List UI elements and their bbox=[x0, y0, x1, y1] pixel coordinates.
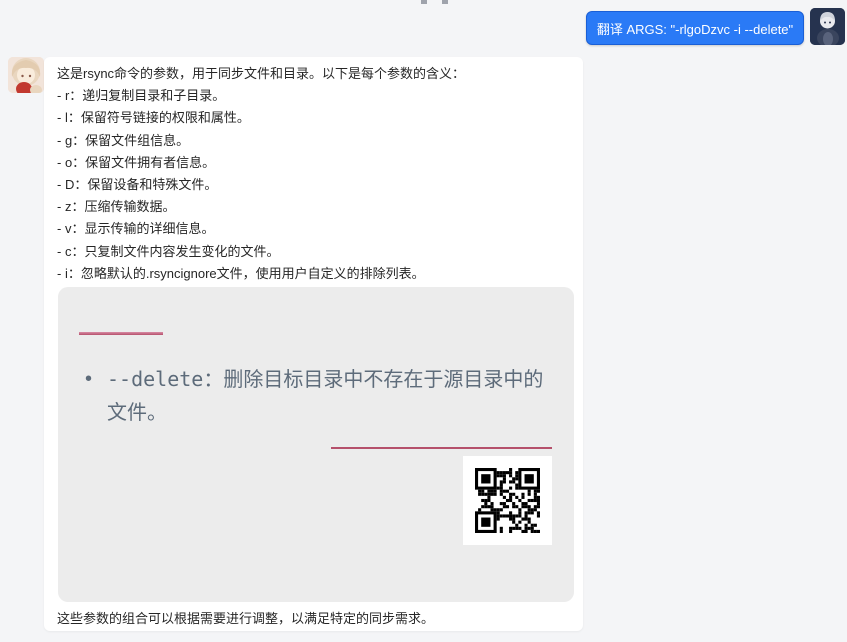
delete-param-text: --delete：删除目标目录中不存在于源目录中的文件。 bbox=[107, 363, 557, 430]
clipped-text-fragment bbox=[421, 0, 427, 4]
message-footer-line: 这些参数的组合可以根据需要进行调整，以满足特定的同步需求。 bbox=[57, 608, 574, 630]
param-line-D: - D：保留设备和特殊文件。 bbox=[57, 174, 574, 196]
delete-param-bullet: • --delete：删除目标目录中不存在于源目录中的文件。 bbox=[85, 363, 563, 430]
anime-girl-avatar bbox=[8, 57, 44, 93]
param-line-z: - z：压缩传输数据。 bbox=[57, 196, 574, 218]
param-line-g: - g：保留文件组信息。 bbox=[57, 130, 574, 152]
chat-window: { "chat": { "outgoing": { "text": "翻译 AR… bbox=[0, 0, 847, 642]
param-line-r: - r：递归复制目录和子目录。 bbox=[57, 85, 574, 107]
accent-line-short bbox=[79, 332, 163, 335]
user-avatar[interactable] bbox=[810, 8, 845, 45]
qr-code bbox=[463, 456, 552, 545]
highlight-card: • --delete：删除目标目录中不存在于源目录中的文件。 bbox=[58, 287, 574, 602]
param-line-i: - i：忽略默认的.rsyncignore文件，使用用户自定义的排除列表。 bbox=[57, 263, 574, 285]
bullet-dot: • bbox=[85, 363, 107, 430]
contact-avatar[interactable] bbox=[8, 57, 44, 93]
param-line-o: - o：保留文件拥有者信息。 bbox=[57, 152, 574, 174]
clipped-text-fragment bbox=[442, 0, 448, 4]
outgoing-message-bubble: 翻译 ARGS: "-rlgoDzvc -i --delete" bbox=[586, 11, 804, 45]
outgoing-message-text: 翻译 ARGS: "-rlgoDzvc -i --delete" bbox=[597, 19, 793, 38]
incoming-message-bubble: 这是rsync命令的参数，用于同步文件和目录。以下是每个参数的含义： - r：递… bbox=[44, 57, 583, 631]
message-intro-line: 这是rsync命令的参数，用于同步文件和目录。以下是每个参数的含义： bbox=[57, 63, 574, 85]
delete-param-name: --delete bbox=[107, 367, 203, 391]
accent-line-long bbox=[331, 447, 552, 449]
param-line-c: - c：只复制文件内容发生变化的文件。 bbox=[57, 241, 574, 263]
param-line-v: - v：显示传输的详细信息。 bbox=[57, 218, 574, 240]
anime-boy-avatar bbox=[810, 8, 845, 45]
qr-code-image bbox=[475, 468, 540, 533]
param-line-l: - l：保留符号链接的权限和属性。 bbox=[57, 107, 574, 129]
